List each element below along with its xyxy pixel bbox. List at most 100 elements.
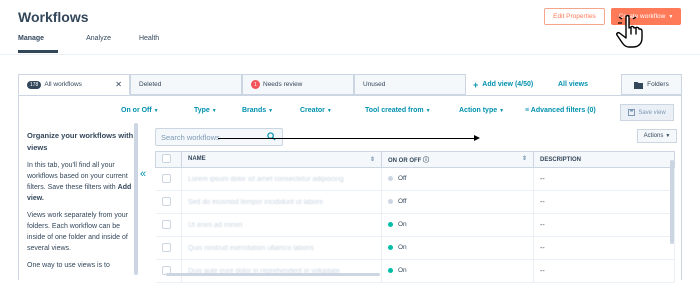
caret-down-icon: ▼ bbox=[499, 108, 505, 114]
tabs-divider bbox=[0, 54, 700, 55]
view-tab-label: All workflows bbox=[44, 81, 82, 88]
row-select-cell bbox=[155, 167, 182, 191]
description-cell: -- bbox=[533, 213, 675, 237]
view-tab-label: Unused bbox=[363, 81, 386, 88]
all-views-link[interactable]: All views bbox=[558, 74, 588, 95]
description-cell: -- bbox=[533, 190, 675, 214]
sidebar-scrollbar[interactable] bbox=[134, 123, 138, 275]
caret-down-icon: ▼ bbox=[211, 108, 217, 114]
actions-label: Actions bbox=[643, 133, 664, 139]
filter-creator[interactable]: Creator ▼ bbox=[300, 107, 332, 114]
tab-analyze[interactable]: Analyze bbox=[86, 35, 111, 53]
view-tab-unused[interactable]: Unused bbox=[354, 74, 466, 95]
tab-manage[interactable]: Manage bbox=[18, 35, 59, 53]
workflow-name[interactable]: Ut enim ad minim bbox=[188, 222, 242, 229]
sidebar-paragraph: One way to use views is to bbox=[27, 262, 110, 269]
column-header-description[interactable]: DESCRIPTION bbox=[533, 151, 675, 168]
add-view-button[interactable]: + Add view (4/50) bbox=[473, 74, 533, 95]
actions-dropdown[interactable]: Actions ▼ bbox=[637, 129, 677, 143]
row-select-cell bbox=[155, 259, 182, 283]
table-row[interactable]: Ut enim ad minim On -- bbox=[155, 213, 675, 237]
row-checkbox[interactable] bbox=[161, 242, 171, 252]
filter-label: Tool created from bbox=[365, 107, 424, 114]
info-icon: ⓘ bbox=[423, 158, 430, 164]
filter-label: On or Off bbox=[121, 107, 152, 114]
workflow-name-cell[interactable]: Ut enim ad minim bbox=[181, 213, 382, 237]
folders-button[interactable]: Folders bbox=[621, 74, 682, 95]
caret-down-icon: ▼ bbox=[326, 108, 332, 114]
column-header-name[interactable]: NAME ⇕ bbox=[181, 151, 382, 168]
filter-type[interactable]: Type ▼ bbox=[194, 107, 217, 114]
pointing-hand-icon bbox=[616, 14, 643, 48]
status-dot bbox=[388, 199, 393, 205]
column-header-status[interactable]: ON OR OFF ⓘ ⇕ bbox=[381, 151, 534, 168]
page-header: Workflows Edit Properties Create workflo… bbox=[0, 0, 700, 60]
filter-tool-created-from[interactable]: Tool created from ▼ bbox=[365, 107, 431, 114]
caret-down-icon: ▼ bbox=[425, 108, 431, 114]
sidebar-heading: Organize your workflows with views bbox=[27, 131, 134, 152]
caret-down-icon: ▼ bbox=[268, 108, 274, 114]
filter-action-type[interactable]: Action type ▼ bbox=[459, 107, 504, 114]
status-dot bbox=[388, 222, 393, 228]
close-icon[interactable]: ✕ bbox=[115, 80, 122, 89]
select-all-checkbox[interactable] bbox=[162, 154, 171, 163]
sort-icon: ⇕ bbox=[369, 157, 375, 163]
sort-icon: ⇕ bbox=[521, 156, 527, 162]
filter-label: Advanced filters (0) bbox=[530, 107, 596, 114]
table-horizontal-scrollbar[interactable] bbox=[166, 273, 380, 276]
workflows-table: NAME ⇕ ON OR OFF ⓘ ⇕ DESCRIPTION Lorem ips… bbox=[155, 151, 675, 283]
search-icon bbox=[267, 132, 276, 141]
description-cell: -- bbox=[533, 236, 675, 260]
save-icon bbox=[628, 109, 636, 116]
workflow-name-cell[interactable]: Quis nostrud exercitation ullamco labori… bbox=[181, 236, 382, 260]
workflow-name-cell[interactable]: Duis aute irure dolor in reprehenderit i… bbox=[181, 259, 382, 283]
workflow-name-cell[interactable]: Sed do eiusmod tempor incididunt ut labo… bbox=[181, 190, 382, 214]
row-checkbox[interactable] bbox=[161, 173, 171, 183]
sidebar-paragraph: In this tab, you'll find all your workfl… bbox=[27, 160, 135, 204]
view-tab-all-workflows[interactable]: 178 All workflows ✕ bbox=[18, 74, 130, 95]
status-cell: On bbox=[381, 259, 534, 283]
table-row[interactable]: Sed do eiusmod tempor incididunt ut labo… bbox=[155, 190, 675, 214]
workflows-grid: Search workflows Actions ▼ NAME ⇕ ON OR O… bbox=[155, 123, 682, 283]
save-view-button[interactable]: Save view bbox=[620, 104, 674, 121]
collapse-sidebar-icon[interactable]: « bbox=[140, 168, 146, 180]
edit-properties-button[interactable]: Edit Properties bbox=[544, 8, 605, 25]
row-checkbox[interactable] bbox=[161, 219, 171, 229]
workflow-name[interactable]: Lorem ipsum dolor sit amet consectetur a… bbox=[188, 176, 344, 183]
workflow-name-cell[interactable]: Lorem ipsum dolor sit amet consectetur a… bbox=[181, 167, 382, 191]
status-text: On bbox=[398, 267, 407, 275]
views-info-sidebar: Organize your workflows with views In th… bbox=[19, 124, 143, 281]
view-tab-label: Needs review bbox=[263, 81, 303, 88]
view-tab-needs-review[interactable]: 1 Needs review bbox=[242, 74, 354, 95]
filter-label: Type bbox=[194, 107, 210, 114]
status-cell: On bbox=[381, 236, 534, 260]
column-label: DESCRIPTION bbox=[540, 156, 582, 163]
table-row[interactable]: Quis nostrud exercitation ullamco labori… bbox=[155, 236, 675, 260]
table-row[interactable]: Lorem ipsum dolor sit amet consectetur a… bbox=[155, 167, 675, 191]
tab-health[interactable]: Health bbox=[139, 35, 159, 53]
table-header-row: NAME ⇕ ON OR OFF ⓘ ⇕ DESCRIPTION bbox=[155, 151, 675, 168]
sidebar-text: In this tab, you'll find all your workfl… bbox=[27, 162, 128, 191]
table-row[interactable]: Duis aute irure dolor in reprehenderit i… bbox=[155, 259, 675, 283]
status-dot bbox=[388, 245, 393, 251]
workflow-name[interactable]: Quis nostrud exercitation ullamco labori… bbox=[188, 245, 314, 252]
table-vertical-scrollbar[interactable] bbox=[670, 160, 674, 244]
add-view-label: Add view (4/50) bbox=[482, 81, 534, 88]
advanced-filters-button[interactable]: ≡ Advanced filters (0) bbox=[525, 107, 596, 114]
column-label: NAME bbox=[188, 156, 206, 162]
annotation-arrow-head bbox=[474, 135, 480, 141]
view-tab-deleted[interactable]: Deleted bbox=[130, 74, 242, 95]
status-text: On bbox=[398, 244, 407, 252]
row-select-cell bbox=[155, 213, 182, 237]
filter-label: Creator bbox=[300, 107, 325, 114]
search-placeholder: Search workflows bbox=[161, 133, 220, 142]
row-checkbox[interactable] bbox=[161, 196, 171, 206]
status-text: Off bbox=[398, 175, 407, 183]
filter-brands[interactable]: Brands ▼ bbox=[242, 107, 273, 114]
search-input[interactable]: Search workflows bbox=[155, 128, 283, 146]
status-dot bbox=[388, 176, 393, 182]
needs-review-count-badge: 1 bbox=[251, 80, 260, 89]
caret-down-icon: ▼ bbox=[668, 13, 674, 20]
workflow-name[interactable]: Sed do eiusmod tempor incididunt ut labo… bbox=[188, 199, 323, 206]
filter-on-off[interactable]: On or Off ▼ bbox=[121, 107, 159, 114]
